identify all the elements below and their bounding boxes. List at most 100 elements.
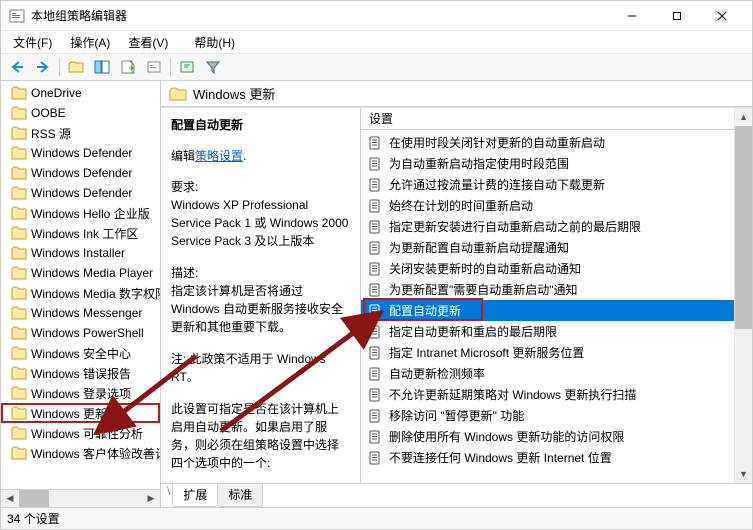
toolbar — [1, 53, 752, 81]
tree-item[interactable]: Windows Defender — [1, 143, 160, 163]
policy-icon — [367, 324, 383, 340]
tree-horizontal-scrollbar[interactable]: ◀ ▶ — [1, 489, 160, 507]
menu-help[interactable]: 帮助(H) — [186, 32, 243, 53]
setting-item-label: 关闭安装更新时的自动重新启动通知 — [389, 260, 581, 277]
tree-item[interactable]: RSS 源 — [1, 123, 160, 143]
setting-item-label: 为更新配置"需要自动重新启动"通知 — [389, 281, 578, 298]
tree-item-label: Windows PowerShell — [31, 326, 144, 340]
menu-view[interactable]: 查看(V) — [120, 32, 176, 53]
policy-icon — [367, 345, 383, 361]
selected-policy-title: 配置自动更新 — [171, 116, 350, 133]
setting-item-label: 删除使用所有 Windows 更新功能的访问权限 — [389, 428, 624, 445]
settings-column-header[interactable]: 设置 — [361, 108, 734, 130]
menubar: 文件(F) 操作(A) 查看(V) 帮助(H) — [1, 31, 752, 53]
tree-item[interactable]: Windows Media 数字权限管理 — [1, 283, 160, 303]
titlebar: 本地组策略编辑器 — [1, 1, 752, 31]
setting-item[interactable]: 为自动重新启动指定使用时段范围 — [361, 153, 734, 174]
setting-item-label: 不要连接任何 Windows 更新 Internet 位置 — [389, 449, 612, 466]
setting-item[interactable]: 配置自动更新 — [361, 300, 734, 321]
setting-item[interactable]: 移除访问 "暂停更新" 功能 — [361, 405, 734, 426]
edit-label: 编辑 — [171, 149, 195, 163]
properties-button[interactable] — [142, 55, 166, 79]
tree-item-label: OneDrive — [31, 86, 82, 100]
tree-item[interactable]: Windows 错误报告 — [1, 363, 160, 383]
policy-icon — [367, 156, 383, 172]
setting-item[interactable]: 指定 Intranet Microsoft 更新服务位置 — [361, 342, 734, 363]
tree-item[interactable]: OneDrive — [1, 83, 160, 103]
tree-item[interactable]: Windows Hello 企业版 — [1, 203, 160, 223]
menu-action[interactable]: 操作(A) — [62, 32, 118, 53]
tree-item-label: Windows Installer — [31, 246, 125, 260]
setting-item[interactable]: 指定更新安装进行自动重新启动之前的最后期限 — [361, 216, 734, 237]
setting-item[interactable]: 为更新配置自动重新启动提醒通知 — [361, 237, 734, 258]
setting-item[interactable]: 自动更新检测频率 — [361, 363, 734, 384]
tree-item-label: Windows 客户体验改善计划 — [31, 445, 160, 462]
tree-item-label: Windows Ink 工作区 — [31, 225, 138, 242]
tree-item[interactable]: Windows Messenger — [1, 303, 160, 323]
tree-item-label: Windows Defender — [31, 186, 132, 200]
setting-item[interactable]: 不要连接任何 Windows 更新 Internet 位置 — [361, 447, 734, 468]
setting-item-label: 在使用时段关闭针对更新的自动重新启动 — [389, 134, 605, 151]
tree-item-label: RSS 源 — [31, 125, 71, 142]
setting-item-label: 移除访问 "暂停更新" 功能 — [389, 407, 524, 424]
tree-pane: OneDriveOOBERSS 源Windows DefenderWindows… — [1, 81, 161, 507]
policy-icon — [367, 219, 383, 235]
setting-item[interactable]: 删除使用所有 Windows 更新功能的访问权限 — [361, 426, 734, 447]
tree-item[interactable]: Windows 登录选项 — [1, 383, 160, 403]
export-list-button[interactable] — [116, 55, 140, 79]
close-button[interactable] — [699, 2, 744, 30]
policy-icon — [367, 366, 383, 382]
settings-pane: 设置 在使用时段关闭针对更新的自动重新启动为自动重新启动指定使用时段范围允许通过… — [361, 108, 752, 483]
detail-pane: Windows 更新 配置自动更新 编辑策略设置. 要求: Windows XP… — [161, 81, 752, 507]
setting-item-label: 始终在计划的时间重新启动 — [389, 197, 533, 214]
tree-item[interactable]: Windows Ink 工作区 — [1, 223, 160, 243]
tree-item[interactable]: Windows 安全中心 — [1, 343, 160, 363]
policy-icon — [367, 450, 383, 466]
tree-item[interactable]: Windows 可靠性分析 — [1, 423, 160, 443]
settings-vertical-scrollbar[interactable]: ▲ ▼ — [734, 108, 752, 483]
tree-item[interactable]: Windows 更新 — [1, 403, 160, 423]
detail-header-title: Windows 更新 — [193, 84, 275, 103]
tree-item-label: Windows Media Player — [31, 266, 153, 280]
filter-options-button[interactable] — [175, 55, 199, 79]
setting-item[interactable]: 在使用时段关闭针对更新的自动重新启动 — [361, 132, 734, 153]
statusbar: 34 个设置 — [1, 507, 752, 529]
tree-item[interactable]: Windows Defender — [1, 163, 160, 183]
setting-item[interactable]: 指定自动更新和重启的最后期限 — [361, 321, 734, 342]
setting-item[interactable]: 不允许更新延期策略对 Windows 更新执行扫描 — [361, 384, 734, 405]
tab-extended[interactable]: 扩展 — [172, 484, 218, 507]
nav-back-button[interactable] — [5, 55, 29, 79]
setting-item[interactable]: 允许通过按流量计费的连接自动下载更新 — [361, 174, 734, 195]
maximize-button[interactable] — [654, 2, 699, 30]
edit-policy-link[interactable]: 策略设置 — [195, 149, 243, 163]
scroll-down-icon[interactable]: ▼ — [735, 465, 752, 483]
tree-item[interactable]: OOBE — [1, 103, 160, 123]
tree-item[interactable]: Windows Media Player — [1, 263, 160, 283]
minimize-button[interactable] — [609, 2, 654, 30]
tree-item[interactable]: Windows Installer — [1, 243, 160, 263]
description-section: 描述: 指定该计算机是否将通过 Windows 自动更新服务接收安全更新和其他重… — [171, 264, 350, 336]
setting-item-label: 指定更新安装进行自动重新启动之前的最后期限 — [389, 218, 641, 235]
tree-item-label: Windows 安全中心 — [31, 345, 131, 362]
tab-standard[interactable]: 标准 — [217, 484, 263, 507]
show-hide-tree-button[interactable] — [90, 55, 114, 79]
setting-item[interactable]: 关闭安装更新时的自动重新启动通知 — [361, 258, 734, 279]
policy-icon — [367, 387, 383, 403]
tree-item-label: Windows Hello 企业版 — [31, 205, 150, 222]
tree-body[interactable]: OneDriveOOBERSS 源Windows DefenderWindows… — [1, 81, 160, 489]
policy-icon — [367, 282, 383, 298]
filter-on-button[interactable] — [201, 55, 225, 79]
scroll-right-icon[interactable]: ▶ — [142, 490, 160, 507]
scroll-left-icon[interactable]: ◀ — [1, 490, 19, 507]
setting-item[interactable]: 始终在计划的时间重新启动 — [361, 195, 734, 216]
up-folder-button[interactable] — [64, 55, 88, 79]
tree-item[interactable]: Windows 客户体验改善计划 — [1, 443, 160, 463]
policy-icon — [367, 177, 383, 193]
menu-file[interactable]: 文件(F) — [5, 32, 60, 53]
settings-list[interactable]: 在使用时段关闭针对更新的自动重新启动为自动重新启动指定使用时段范围允许通过按流量… — [361, 130, 734, 483]
tree-item[interactable]: Windows Defender — [1, 183, 160, 203]
scroll-up-icon[interactable]: ▲ — [735, 108, 752, 126]
nav-forward-button[interactable] — [31, 55, 55, 79]
setting-item[interactable]: 为更新配置"需要自动重新启动"通知 — [361, 279, 734, 300]
tree-item[interactable]: Windows PowerShell — [1, 323, 160, 343]
